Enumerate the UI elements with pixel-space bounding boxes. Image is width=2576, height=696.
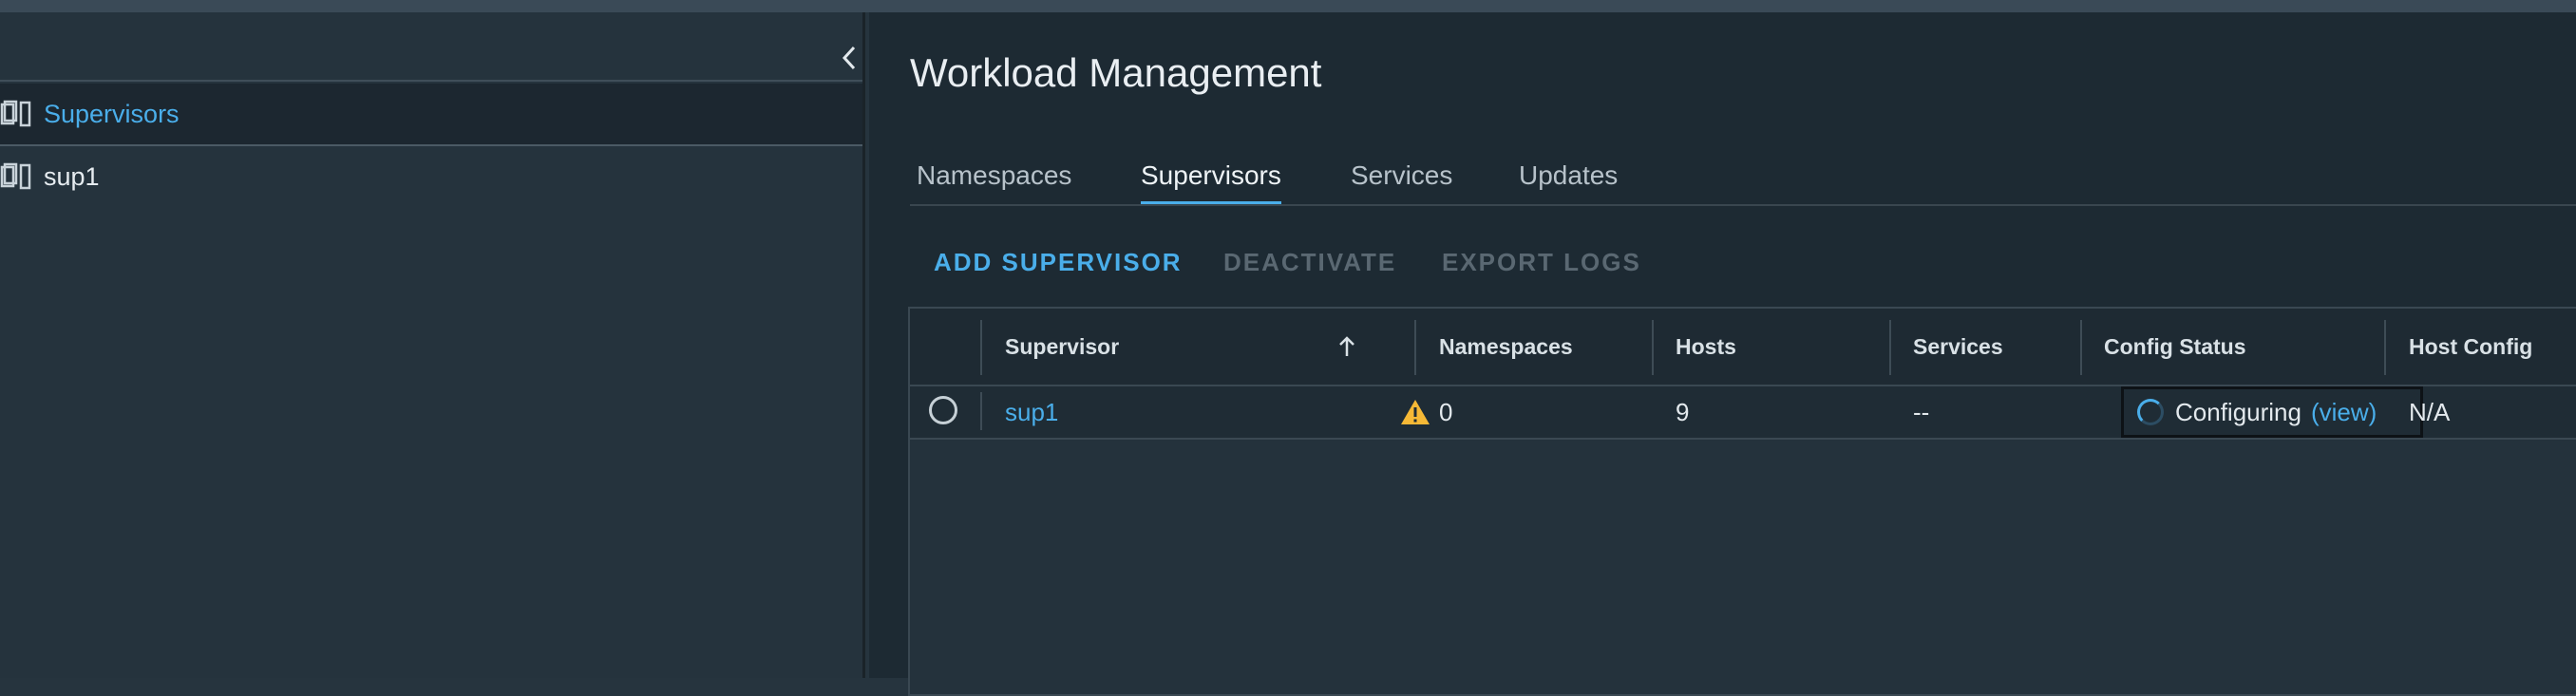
supervisor-cluster-icon bbox=[0, 160, 34, 194]
supervisor-name-link[interactable]: sup1 bbox=[1005, 386, 1058, 438]
column-divider bbox=[980, 320, 982, 375]
column-divider bbox=[2080, 320, 2082, 375]
hosts-count: 9 bbox=[1676, 397, 1690, 426]
tab-services[interactable]: Services bbox=[1351, 145, 1452, 206]
column-header-services[interactable]: Services bbox=[1913, 309, 2003, 385]
row-select-radio[interactable] bbox=[929, 396, 957, 424]
column-header-hosts[interactable]: Hosts bbox=[1676, 309, 1736, 385]
supervisor-cluster-icon bbox=[0, 97, 34, 131]
arrow-up-icon bbox=[1339, 336, 1354, 356]
sidebar-divider bbox=[0, 80, 862, 82]
sidebar-item-label: Supervisors bbox=[44, 99, 180, 128]
column-divider bbox=[1889, 320, 1891, 375]
column-divider bbox=[1414, 320, 1416, 375]
chevron-left-icon bbox=[842, 46, 856, 70]
column-divider bbox=[1652, 320, 1654, 375]
table-row[interactable]: sup1 0 9 -- Configuring (view) N/A bbox=[910, 386, 2576, 440]
services-value: -- bbox=[1913, 397, 1930, 426]
column-header-namespaces[interactable]: Namespaces bbox=[1439, 309, 1573, 385]
warning-triangle-icon bbox=[1401, 400, 1430, 424]
spinner-icon bbox=[2137, 399, 2164, 425]
add-supervisor-button[interactable]: ADD SUPERVISOR bbox=[934, 248, 1183, 277]
column-divider bbox=[980, 392, 982, 430]
column-header-supervisor[interactable]: Supervisor bbox=[1005, 309, 1119, 385]
warning-indicator[interactable] bbox=[1396, 386, 1434, 438]
tab-supervisors[interactable]: Supervisors bbox=[1141, 145, 1281, 206]
sidebar-item-label: sup1 bbox=[44, 161, 100, 191]
supervisors-grid: Supervisor Namespaces Hosts Services Con… bbox=[908, 307, 2576, 696]
host-config-value: N/A bbox=[2409, 397, 2451, 426]
sort-button[interactable] bbox=[1328, 309, 1366, 385]
export-logs-button[interactable]: EXPORT LOGS bbox=[1442, 248, 1641, 277]
sidebar: Supervisors sup1 bbox=[0, 12, 862, 678]
column-header-host-config[interactable]: Host Config bbox=[2409, 309, 2532, 385]
namespaces-count: 0 bbox=[1439, 397, 1453, 426]
tab-updates[interactable]: Updates bbox=[1519, 145, 1618, 206]
column-divider bbox=[2384, 320, 2386, 375]
deactivate-button[interactable]: DEACTIVATE bbox=[1223, 248, 1396, 277]
grid-header: Supervisor Namespaces Hosts Services Con… bbox=[910, 309, 2576, 386]
sidebar-item-supervisors[interactable]: Supervisors bbox=[0, 84, 862, 144]
sidebar-item-sup1[interactable]: sup1 bbox=[0, 146, 862, 207]
tabs-divider bbox=[910, 204, 2576, 206]
page-title: Workload Management bbox=[910, 50, 1322, 95]
config-status-view-link[interactable]: (view) bbox=[2311, 398, 2377, 427]
config-status-text: Configuring bbox=[2175, 397, 2301, 426]
top-bar bbox=[0, 0, 2576, 12]
config-status-cell[interactable]: Configuring (view) bbox=[2121, 386, 2423, 438]
main-content: Workload Management Namespaces Superviso… bbox=[869, 12, 2576, 696]
tab-namespaces[interactable]: Namespaces bbox=[917, 145, 1071, 206]
column-header-config-status[interactable]: Config Status bbox=[2104, 309, 2246, 385]
